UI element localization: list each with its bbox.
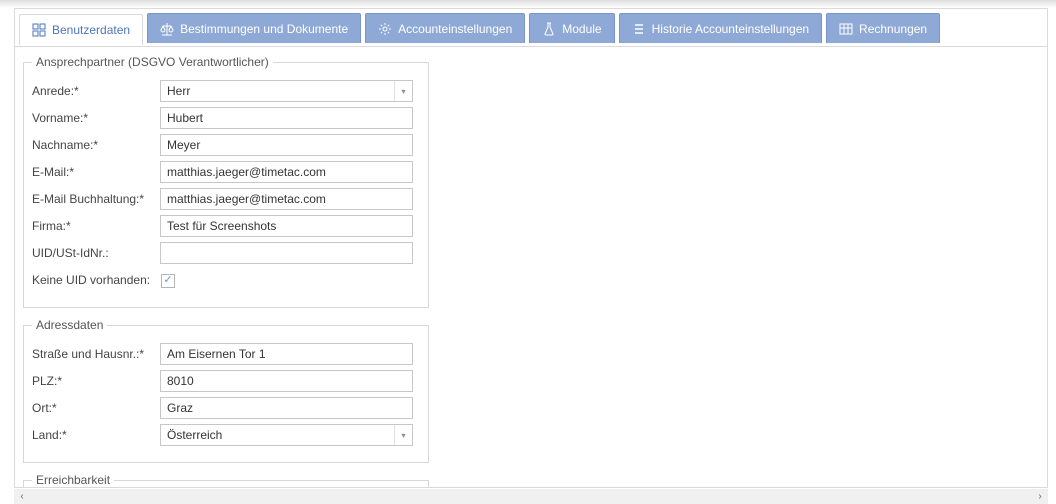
- scale-icon: [160, 22, 174, 36]
- scroll-left-arrow[interactable]: ‹: [14, 489, 30, 504]
- select-anrede[interactable]: Herr ▾: [160, 80, 413, 102]
- tab-label: Accounteinstellungen: [398, 22, 512, 36]
- label-strasse: Straße und Hausnr.:*: [32, 347, 160, 361]
- input-email[interactable]: [160, 161, 413, 183]
- top-divider: [0, 0, 1056, 8]
- input-firma[interactable]: [160, 215, 413, 237]
- legend-ansprechpartner: Ansprechpartner (DSGVO Verantwortlicher): [32, 55, 273, 69]
- tab-label: Rechnungen: [859, 22, 927, 36]
- label-land: Land:*: [32, 428, 160, 442]
- label-plz: PLZ:*: [32, 374, 160, 388]
- fieldset-adressdaten: Adressdaten Straße und Hausnr.:* PLZ:* O…: [23, 318, 429, 463]
- label-email-buch: E-Mail Buchhaltung:*: [32, 192, 160, 206]
- input-strasse[interactable]: [160, 343, 413, 365]
- tab-module[interactable]: Module: [529, 13, 614, 43]
- label-email: E-Mail:*: [32, 165, 160, 179]
- chevron-down-icon: ▾: [394, 81, 412, 101]
- tab-label: Bestimmungen und Dokumente: [180, 22, 348, 36]
- horizontal-scrollbar[interactable]: ‹ ›: [14, 489, 1048, 504]
- select-land[interactable]: Österreich ▾: [160, 424, 413, 446]
- tab-label: Module: [562, 22, 601, 36]
- tab-rechnungen[interactable]: Rechnungen: [826, 13, 940, 43]
- label-vorname: Vorname:*: [32, 111, 160, 125]
- scroll-track[interactable]: [30, 489, 1032, 504]
- label-firma: Firma:*: [32, 219, 160, 233]
- label-ort: Ort:*: [32, 401, 160, 415]
- input-plz[interactable]: [160, 370, 413, 392]
- input-ort[interactable]: [160, 397, 413, 419]
- label-nachname: Nachname:*: [32, 138, 160, 152]
- gear-icon: [378, 22, 392, 36]
- input-email-buch[interactable]: [160, 188, 413, 210]
- label-keine-uid: Keine UID vorhanden:: [32, 273, 160, 287]
- flask-icon: [542, 22, 556, 36]
- tab-label: Benutzerdaten: [52, 23, 130, 37]
- panel: Benutzerdaten Bestimmungen und Dokumente…: [14, 8, 1048, 488]
- tab-label: Historie Accounteinstellungen: [652, 22, 809, 36]
- fieldset-ansprechpartner: Ansprechpartner (DSGVO Verantwortlicher)…: [23, 55, 429, 308]
- label-anrede: Anrede:*: [32, 84, 160, 98]
- legend-adressdaten: Adressdaten: [32, 318, 107, 332]
- grid-icon: [32, 23, 46, 37]
- scroll-right-arrow[interactable]: ›: [1032, 489, 1048, 504]
- tab-bar: Benutzerdaten Bestimmungen und Dokumente…: [15, 9, 1047, 47]
- table-icon: [839, 22, 853, 36]
- select-value: Herr: [161, 84, 394, 98]
- list-icon: [632, 22, 646, 36]
- checkbox-keine-uid[interactable]: [161, 274, 175, 288]
- input-uid[interactable]: [160, 242, 413, 264]
- label-uid: UID/USt-IdNr.:: [32, 246, 160, 260]
- tab-accounteinstellungen[interactable]: Accounteinstellungen: [365, 13, 525, 43]
- tab-content: Ansprechpartner (DSGVO Verantwortlicher)…: [15, 47, 1047, 487]
- input-vorname[interactable]: [160, 107, 413, 129]
- tab-bestimmungen[interactable]: Bestimmungen und Dokumente: [147, 13, 361, 43]
- select-value: Österreich: [161, 428, 394, 442]
- tab-benutzerdaten[interactable]: Benutzerdaten: [19, 14, 143, 45]
- input-nachname[interactable]: [160, 134, 413, 156]
- fieldset-erreichbarkeit: Erreichbarkeit Telefon: Fax:: [23, 473, 429, 487]
- legend-erreichbarkeit: Erreichbarkeit: [32, 473, 114, 487]
- chevron-down-icon: ▾: [394, 425, 412, 445]
- tab-historie[interactable]: Historie Accounteinstellungen: [619, 13, 822, 43]
